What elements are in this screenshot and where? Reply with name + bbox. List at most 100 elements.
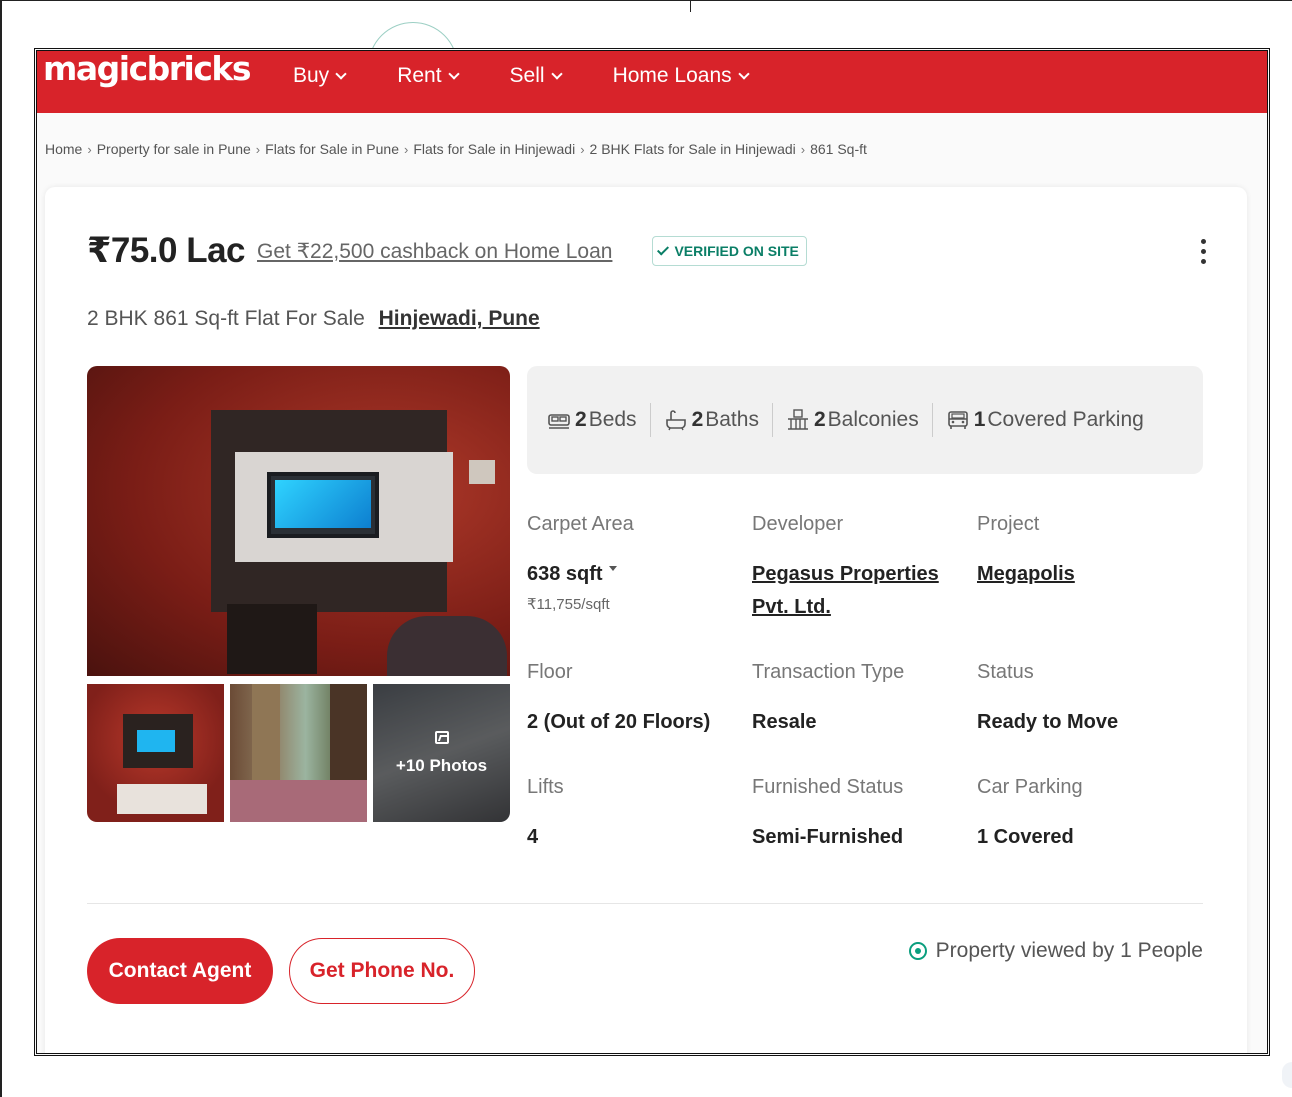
detail-value: 1 Covered [977, 826, 1074, 848]
check-icon [657, 242, 670, 256]
balcony-icon [786, 409, 810, 431]
chevron-down-icon [335, 67, 347, 80]
feature-parking: 1 Covered Parking [946, 408, 1157, 432]
detail-label: Transaction Type [752, 661, 905, 683]
detail-value: 4 [527, 826, 539, 848]
nav-rent[interactable]: Rent [397, 64, 460, 88]
detail-label: Carpet Area [527, 513, 634, 535]
breadcrumb-current: 861 Sq-ft [810, 141, 867, 157]
caret-down-icon [608, 566, 617, 572]
nav-home-loans[interactable]: Home Loans [612, 64, 750, 88]
nav-sell[interactable]: Sell [510, 64, 563, 88]
developer-name-line1: Pegasus Properties [752, 563, 939, 585]
feature-label: Baths [705, 408, 759, 431]
photo-gallery: +10 Photos [87, 366, 510, 822]
property-card: ₹75.0 Lac Get ₹22,500 cashback on Home L… [45, 187, 1247, 1053]
corner-tab [1282, 1062, 1292, 1088]
main-nav: Buy Rent Sell Home Loans [293, 51, 800, 101]
nav-label: Rent [397, 64, 442, 87]
feature-count: 2 [575, 408, 587, 431]
divider-tick [690, 0, 691, 12]
feature-balconies: 2 Balconies [786, 408, 932, 432]
project-link[interactable]: Megapolis [977, 558, 1075, 591]
section-divider [87, 903, 1203, 904]
views-info: Property viewed by 1 People [908, 939, 1203, 963]
views-text: Property viewed by 1 People [935, 939, 1203, 962]
chevron-right-icon: › [404, 141, 409, 157]
chevron-down-icon [550, 67, 563, 80]
magicbricks-logo[interactable]: magicbricks [43, 51, 252, 88]
detail-label: Project [977, 513, 1040, 535]
feature-count: 2 [691, 408, 704, 431]
detail-car-parking: Car Parking 1 Covered [977, 776, 1083, 854]
chevron-down-icon [737, 67, 750, 80]
nav-buy[interactable]: Buy [293, 64, 347, 88]
detail-developer: Developer Pegasus Properties Pvt. Ltd. [752, 513, 939, 624]
main-photo[interactable] [87, 366, 510, 676]
breadcrumb-home[interactable]: Home [45, 141, 82, 157]
features-bar: 2 Beds 2 Baths 2 Balconies 1 Covered Par… [527, 366, 1203, 474]
feature-label: Beds [588, 408, 637, 431]
price-per-sqft: ₹11,755/sqft [527, 596, 610, 613]
detail-label: Lifts [527, 776, 564, 798]
thumbnail-photo[interactable] [230, 684, 367, 822]
chevron-right-icon: › [580, 141, 585, 157]
price-row: ₹75.0 Lac Get ₹22,500 cashback on Home L… [87, 231, 807, 271]
detail-value: 2 (Out of 20 Floors) [527, 711, 711, 733]
chevron-right-icon: › [87, 141, 92, 157]
breadcrumb-flats-hinjewadi[interactable]: Flats for Sale in Hinjewadi [413, 141, 575, 157]
breadcrumb-2bhk-hinjewadi[interactable]: 2 BHK Flats for Sale in Hinjewadi [590, 141, 796, 157]
feature-beds: 2 Beds [547, 408, 650, 432]
detail-label: Status [977, 661, 1034, 683]
detail-floor: Floor 2 (Out of 20 Floors) [527, 661, 710, 739]
detail-carpet-area: Carpet Area 638 sqft ₹11,755/sqft [527, 513, 634, 613]
bath-icon [664, 409, 688, 431]
detail-value: 638 sqft [527, 563, 603, 585]
listing-title: 2 BHK 861 Sq-ft Flat For Sale Hinjewadi,… [87, 307, 540, 331]
developer-link[interactable]: Pegasus Properties Pvt. Ltd. [752, 558, 939, 624]
location-link[interactable]: Hinjewadi, Pune [379, 307, 540, 330]
site-header: magicbricks Buy Rent Sell Home Loans [37, 51, 1267, 113]
detail-label: Furnished Status [752, 776, 904, 798]
breadcrumb-property-pune[interactable]: Property for sale in Pune [97, 141, 251, 157]
detail-label: Developer [752, 513, 844, 535]
feature-label: Balconies [827, 408, 919, 431]
carpet-area-selector[interactable]: 638 sqft [527, 558, 634, 591]
thumbnail-photo[interactable] [87, 684, 224, 822]
get-phone-button[interactable]: Get Phone No. [289, 938, 475, 1004]
breadcrumb: Home › Property for sale in Pune › Flats… [45, 141, 867, 157]
detail-value: Resale [752, 711, 817, 733]
feature-baths: 2 Baths [664, 408, 772, 432]
divider [931, 403, 933, 437]
feature-label: Covered Parking [987, 408, 1144, 431]
detail-label: Car Parking [977, 776, 1083, 798]
breadcrumb-flats-pune[interactable]: Flats for Sale in Pune [265, 141, 399, 157]
listing-page: magicbricks Buy Rent Sell Home Loans Hom… [34, 48, 1270, 1056]
chevron-down-icon [447, 67, 460, 80]
detail-label: Floor [527, 661, 573, 683]
listing-title-text: 2 BHK 861 Sq-ft Flat For Sale [87, 307, 365, 330]
divider [649, 403, 651, 437]
eye-icon [908, 942, 927, 960]
price: ₹75.0 Lac [87, 231, 246, 270]
cashback-link[interactable]: Get ₹22,500 cashback on Home Loan [257, 239, 612, 264]
chevron-right-icon: › [255, 141, 261, 157]
detail-lifts: Lifts 4 [527, 776, 564, 854]
developer-name-line2: Pvt. Ltd. [752, 596, 831, 618]
more-photos-count: +10 Photos [395, 755, 488, 775]
verified-label: VERIFIED ON SITE [674, 243, 799, 259]
detail-transaction-type: Transaction Type Resale [752, 661, 904, 739]
detail-project: Project Megapolis [977, 513, 1075, 591]
contact-agent-button[interactable]: Contact Agent [87, 938, 273, 1004]
detail-value: Ready to Move [977, 711, 1119, 733]
nav-label: Home Loans [612, 64, 732, 87]
more-photos-thumbnail[interactable]: +10 Photos [373, 684, 510, 822]
feature-count: 1 [973, 408, 986, 431]
more-options-icon[interactable] [1199, 239, 1207, 269]
bed-icon [547, 409, 571, 431]
verified-badge: VERIFIED ON SITE [652, 236, 807, 266]
feature-count: 2 [813, 408, 826, 431]
detail-value: Semi-Furnished [752, 826, 904, 848]
chevron-right-icon: › [800, 141, 806, 157]
detail-furnished-status: Furnished Status Semi-Furnished [752, 776, 903, 854]
